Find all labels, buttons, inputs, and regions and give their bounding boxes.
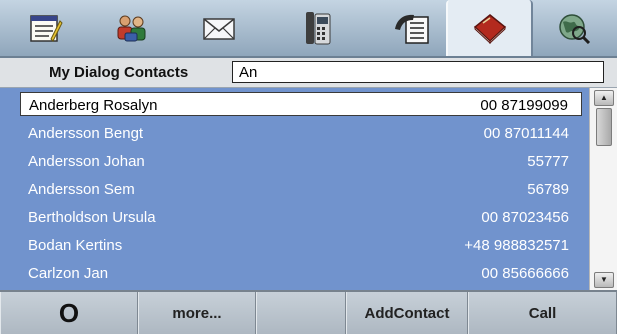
phonebook-icon [472, 12, 508, 44]
tab-phone[interactable] [282, 0, 354, 56]
contact-list[interactable]: Anderberg Rosalyn 00 87199099 Andersson … [0, 88, 589, 290]
contact-phone: 00 85666666 [481, 265, 569, 282]
softkey-bar: O more... AddContact Call [0, 290, 617, 334]
contact-name: Bertholdson Ursula [28, 209, 156, 226]
softkey-o[interactable]: O [0, 292, 138, 334]
contact-name: Bodan Kertins [28, 237, 123, 254]
softkey-call[interactable]: Call [468, 292, 617, 334]
contact-phone: 00 87023456 [481, 209, 569, 226]
notepad-icon [29, 13, 63, 43]
tab-phonebook[interactable] [446, 0, 533, 56]
tab-call-list[interactable] [375, 0, 447, 56]
contact-row[interactable]: Bodan Kertins +48 988832571 [20, 233, 582, 257]
scroll-down-button[interactable]: ▼ [594, 272, 614, 288]
tab-messages[interactable] [183, 0, 255, 56]
contact-phone: 55777 [527, 153, 569, 170]
arrow-up-icon: ▲ [600, 93, 608, 102]
softkey-more[interactable]: more... [138, 292, 256, 334]
search-bar: My Dialog Contacts [0, 58, 617, 88]
globe-icon [557, 12, 591, 44]
contact-phone: 00 87199099 [480, 97, 568, 114]
contact-row[interactable]: Andersson Johan 55777 [20, 149, 582, 173]
people-icon [113, 13, 149, 43]
contact-name: Andersson Johan [28, 153, 145, 170]
softkey-add-contact[interactable]: AddContact [346, 292, 468, 334]
arrow-down-icon: ▼ [600, 275, 608, 284]
tab-people[interactable] [95, 0, 167, 56]
contact-name: Carlzon Jan [28, 265, 109, 282]
tab-notes[interactable] [10, 0, 82, 56]
contact-name: Andersson Bengt [28, 125, 144, 142]
search-label: My Dialog Contacts [49, 64, 189, 81]
contact-phone: 00 87011144 [483, 125, 569, 142]
call-list-icon [392, 11, 430, 45]
contact-phone: 56789 [527, 181, 569, 198]
contact-row[interactable]: Carlzon Jan 00 85666666 [20, 261, 582, 285]
scrollbar[interactable]: ▲ ▼ [589, 88, 617, 290]
softkey-empty[interactable] [256, 292, 346, 334]
scroll-thumb[interactable] [596, 108, 612, 146]
contact-row[interactable]: Andersson Bengt 00 87011144 [20, 121, 582, 145]
contact-row[interactable]: Bertholdson Ursula 00 87023456 [20, 205, 582, 229]
envelope-icon [201, 14, 237, 42]
contact-row[interactable]: Andersson Sem 56789 [20, 177, 582, 201]
scroll-up-button[interactable]: ▲ [594, 90, 614, 106]
tab-web[interactable] [538, 0, 610, 56]
contact-phone: +48 988832571 [464, 237, 569, 254]
contact-name: Andersson Sem [28, 181, 135, 198]
search-input[interactable] [232, 61, 604, 83]
tab-bar [0, 0, 617, 58]
phone-icon [303, 10, 333, 46]
contact-row-selected[interactable]: Anderberg Rosalyn 00 87199099 [20, 92, 582, 116]
contact-name: Anderberg Rosalyn [29, 97, 158, 114]
